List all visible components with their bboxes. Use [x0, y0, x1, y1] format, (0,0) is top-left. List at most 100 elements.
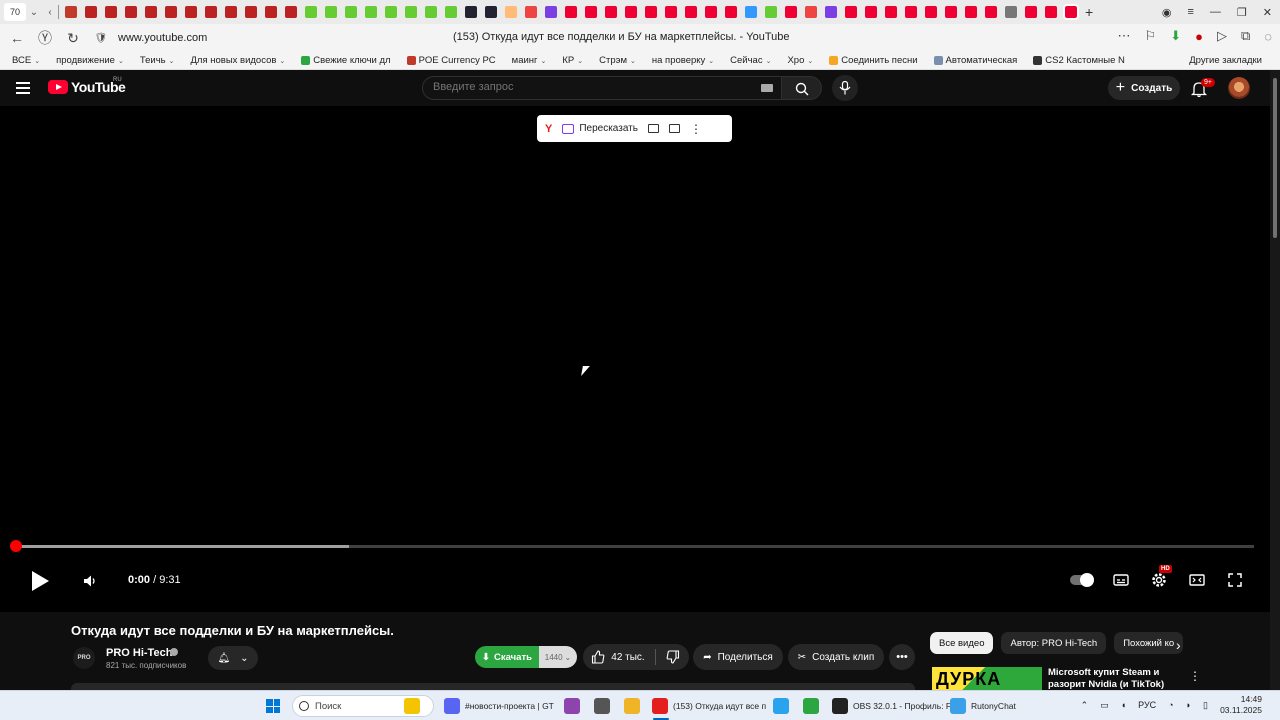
browser-tab-favicon-icon[interactable]	[1025, 6, 1037, 18]
search-button[interactable]	[782, 76, 822, 100]
browser-tab-favicon-icon[interactable]	[645, 6, 657, 18]
autoplay-toggle[interactable]	[1070, 573, 1094, 587]
like-button[interactable]: 42 тыс.	[583, 644, 653, 670]
url-field[interactable]: www.youtube.com	[118, 32, 207, 44]
browser-tab-favicon-icon[interactable]	[345, 6, 357, 18]
bookmark-item[interactable]: Теичь ⌄	[140, 55, 175, 66]
filter-chip[interactable]: Все видео	[930, 632, 994, 654]
bookmark-item[interactable]: ВСЕ ⌄	[12, 55, 40, 66]
dislike-button[interactable]	[657, 644, 689, 670]
download-button[interactable]: ⬇ Скачать	[475, 646, 539, 668]
tray-expand-icon[interactable]: ⌃	[1081, 700, 1089, 711]
browser-tab-favicon-icon[interactable]	[465, 6, 477, 18]
browser-tab-favicon-icon[interactable]	[965, 6, 977, 18]
browser-tab-favicon-icon[interactable]	[365, 6, 377, 18]
download-quality-select[interactable]: 1440 ⌄	[539, 646, 577, 668]
new-tab-button[interactable]: +	[1085, 4, 1093, 20]
settings-gear-icon[interactable]	[1150, 571, 1168, 589]
site-info-icon[interactable]: 🛡	[90, 27, 112, 49]
browser-tab-favicon-icon[interactable]	[865, 6, 877, 18]
bookmark-item[interactable]: Для новых видосов ⌄	[190, 55, 285, 66]
filter-chip[interactable]: Автор: PRO Hi-Tech	[1001, 632, 1107, 654]
browser-tab-favicon-icon[interactable]	[985, 6, 997, 18]
browser-tab-favicon-icon[interactable]	[1063, 4, 1079, 20]
browser-tab-favicon-icon[interactable]	[305, 6, 317, 18]
channel-avatar[interactable]: PRO	[73, 647, 95, 669]
more-actions-button[interactable]: •••	[889, 644, 915, 670]
network-icon[interactable]: ▭	[1100, 700, 1109, 711]
taskbar-app[interactable]: OBS 32.0.1 - Профиль: F	[832, 697, 951, 715]
browser-tab-favicon-icon[interactable]	[725, 6, 737, 18]
browser-tab-favicon-icon[interactable]	[265, 6, 277, 18]
play-icon[interactable]	[32, 571, 49, 591]
speaker-icon[interactable]: ◗	[1186, 700, 1191, 711]
more-icon[interactable]: ⋯	[1118, 28, 1131, 44]
recommended-video-title[interactable]: Microsoft купит Steam и разорит Nvidia (…	[1048, 667, 1178, 691]
browser-tab-favicon-icon[interactable]	[885, 6, 897, 18]
system-clock[interactable]: 14:49 03.11.2025	[1220, 694, 1262, 716]
progress-bar[interactable]	[14, 545, 1254, 548]
browser-tab-favicon-icon[interactable]	[145, 6, 157, 18]
browser-tab-favicon-icon[interactable]	[585, 6, 597, 18]
browser-tab-favicon-icon[interactable]	[1005, 6, 1017, 18]
volume-tray-icon[interactable]: ◖	[1121, 700, 1126, 711]
browser-tab-favicon-icon[interactable]	[245, 6, 257, 18]
more-vertical-icon[interactable]: ⋮	[690, 122, 702, 136]
browser-tab-favicon-icon[interactable]	[625, 6, 637, 18]
subscribed-notifications-button[interactable]: 🔔︎ ⌄	[208, 646, 258, 670]
browser-tab-favicon-icon[interactable]	[745, 6, 757, 18]
taskbar-app[interactable]	[624, 697, 640, 715]
taskbar-app[interactable]	[404, 697, 420, 715]
browser-tab-favicon-icon[interactable]	[385, 6, 397, 18]
browser-tab-favicon-icon[interactable]	[785, 6, 797, 18]
browser-tab-favicon-icon[interactable]	[225, 6, 237, 18]
taskbar-app[interactable]: (153) Откуда идут все п	[652, 697, 766, 715]
close-icon[interactable]: ✕	[1263, 6, 1272, 19]
browser-tab-favicon-icon[interactable]	[685, 6, 697, 18]
taskbar-app[interactable]: #новости-проекта | GT	[444, 697, 554, 715]
browser-tab-favicon-icon[interactable]	[285, 6, 297, 18]
keyboard-language[interactable]: РУС	[1138, 700, 1156, 711]
filter-chip[interactable]: Похожий ко	[1114, 632, 1184, 654]
browser-tab-favicon-icon[interactable]	[125, 6, 137, 18]
chevron-down-icon[interactable]: ⌄	[26, 3, 42, 21]
subtitles-icon[interactable]	[647, 124, 659, 133]
media-icon[interactable]: ▷	[1217, 28, 1227, 44]
windows-start-icon[interactable]	[266, 699, 280, 713]
page-scrollbar[interactable]	[1270, 70, 1280, 690]
bookmark-item[interactable]: Свежие ключи дл	[301, 55, 391, 66]
browser-tab-favicon-icon[interactable]	[205, 6, 217, 18]
browser-tab-favicon-icon[interactable]	[925, 6, 937, 18]
menu-icon[interactable]: ≡	[1187, 6, 1193, 18]
browser-tab-favicon-icon[interactable]	[505, 6, 517, 18]
browser-tab-favicon-icon[interactable]	[165, 6, 177, 18]
browser-tab-favicon-icon[interactable]	[425, 6, 437, 18]
extension-icon[interactable]: ●	[1195, 29, 1203, 44]
other-bookmarks[interactable]: Другие закладки	[1189, 55, 1262, 66]
browser-tab-favicon-icon[interactable]	[65, 6, 77, 18]
back-icon[interactable]: ←	[6, 27, 28, 49]
create-clip-button[interactable]: ✂ Создать клип	[788, 644, 884, 670]
share-button[interactable]: ➦ Поделиться	[693, 644, 783, 670]
minimize-icon[interactable]: —	[1210, 6, 1221, 18]
bookmark-item[interactable]: CS2 Кастомные N	[1033, 55, 1125, 66]
browser-tab-favicon-icon[interactable]	[825, 6, 837, 18]
search-box[interactable]	[422, 76, 782, 100]
retell-button[interactable]: Пересказать	[562, 123, 638, 134]
bookmark-item[interactable]: Автоматическая	[933, 55, 1017, 66]
video-player[interactable]: Y Пересказать ⋮ 0:00 / 9:31 HD	[0, 106, 1270, 612]
browser-tab-favicon-icon[interactable]	[185, 6, 197, 18]
browser-tab-favicon-icon[interactable]	[445, 6, 457, 18]
browser-ext-icon[interactable]: ◉	[1162, 6, 1172, 19]
browser-tab-favicon-icon[interactable]	[705, 6, 717, 18]
bookmark-item[interactable]: маинг ⌄	[512, 55, 547, 66]
browser-tab-favicon-icon[interactable]	[605, 6, 617, 18]
search-input[interactable]	[433, 81, 733, 93]
bookmark-item[interactable]: Хро ⌄	[787, 55, 813, 66]
bookmark-item[interactable]: на проверку ⌄	[652, 55, 714, 66]
theater-mode-icon[interactable]	[1188, 571, 1206, 589]
restore-icon[interactable]: ❐	[1237, 6, 1247, 19]
tab-count[interactable]: 70	[4, 3, 26, 21]
bookmark-icon[interactable]: ⚐	[1145, 28, 1157, 44]
browser-tab-favicon-icon[interactable]	[85, 6, 97, 18]
